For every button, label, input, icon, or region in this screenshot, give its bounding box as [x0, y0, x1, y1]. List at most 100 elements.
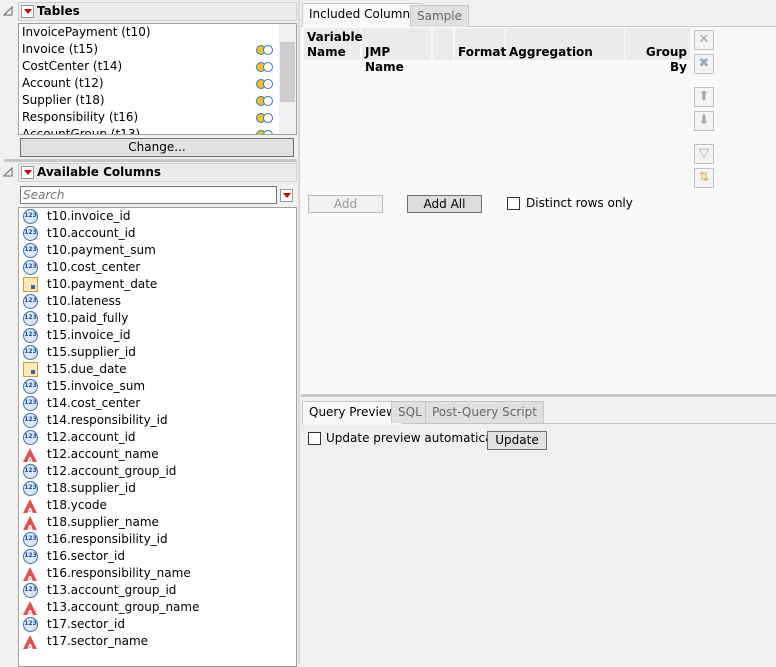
numeric-column-icon: 123: [23, 549, 38, 564]
numeric-column-icon: 123: [23, 430, 38, 445]
column-name: t16.responsibility_name: [47, 566, 191, 580]
column-item[interactable]: 123 t12.account_id: [19, 429, 296, 446]
numeric-column-icon: 123: [23, 328, 38, 343]
column-item[interactable]: 123 t10.paid_fully: [19, 310, 296, 327]
column-item[interactable]: 123 t10.lateness: [19, 293, 296, 310]
collapse-triangle-icon[interactable]: [3, 6, 13, 16]
remove-all-icon[interactable]: ✖: [694, 54, 714, 74]
join-icon: [256, 113, 274, 123]
column-name: t18.supplier_id: [47, 481, 136, 495]
character-column-icon: A: [23, 516, 37, 533]
remove-icon[interactable]: ✕: [694, 30, 714, 50]
numeric-column-icon: 123: [23, 532, 38, 547]
column-item[interactable]: 123 t14.responsibility_id: [19, 412, 296, 429]
scrollbar-thumb[interactable]: [280, 42, 295, 102]
available-columns-header: Available Columns: [18, 163, 297, 182]
numeric-column-icon: 123: [23, 413, 38, 428]
column-name: t10.invoice_id: [47, 209, 131, 223]
sort-icon[interactable]: ⇅: [694, 168, 714, 188]
column-name: t10.payment_sum: [47, 243, 156, 257]
tables-list: InvoicePayment (t10) Invoice (t15) CostCen…: [18, 23, 297, 135]
available-menu-icon[interactable]: [21, 166, 34, 179]
column-name: t12.account_name: [47, 447, 159, 461]
header-blank[interactable]: [433, 28, 453, 60]
column-item[interactable]: 123 t10.cost_center: [19, 259, 296, 276]
header-jmp-name[interactable]: JMP Name: [362, 28, 431, 74]
table-item[interactable]: Invoice (t15): [19, 41, 296, 58]
numeric-column-icon: 123: [23, 617, 38, 632]
column-item[interactable]: 123 t17.sector_id: [19, 616, 296, 633]
update-automatically-checkbox[interactable]: [308, 432, 321, 445]
column-name: t12.account_id: [47, 430, 136, 444]
numeric-column-icon: 123: [23, 345, 38, 360]
table-item[interactable]: Account (t12): [19, 75, 296, 92]
tab-query-preview[interactable]: Query Preview: [302, 401, 403, 425]
column-item[interactable]: At18.supplier_name: [19, 514, 296, 533]
column-item[interactable]: 123 t15.invoice_id: [19, 327, 296, 344]
change-tables-button[interactable]: Change...: [20, 138, 294, 157]
horizontal-splitter[interactable]: [301, 394, 776, 397]
column-item[interactable]: 123 t10.payment_sum: [19, 242, 296, 259]
tables-menu-icon[interactable]: [21, 5, 34, 18]
join-icon: [256, 45, 274, 55]
splitter[interactable]: [4, 159, 297, 162]
column-item[interactable]: At18.ycode: [19, 497, 296, 516]
header-aggregation[interactable]: Aggregation: [506, 28, 624, 60]
numeric-column-icon: 123: [23, 294, 38, 309]
update-button[interactable]: Update: [487, 431, 547, 450]
search-input[interactable]: [20, 186, 277, 204]
search-options-icon[interactable]: [280, 189, 293, 202]
column-item[interactable]: 123 t14.cost_center: [19, 395, 296, 412]
column-item[interactable]: 123 t10.invoice_id: [19, 208, 296, 225]
add-button[interactable]: Add: [308, 195, 383, 213]
distinct-rows-label: Distinct rows only: [526, 196, 633, 210]
tab-sql[interactable]: SQL: [391, 401, 429, 423]
column-item[interactable]: 123 t16.sector_id: [19, 548, 296, 565]
column-name: t10.account_id: [47, 226, 136, 240]
table-item[interactable]: AccountGroup (t13): [19, 126, 296, 135]
table-item[interactable]: Supplier (t18): [19, 92, 296, 109]
column-item[interactable]: t10.payment_date: [19, 276, 296, 293]
header-variable-name[interactable]: Variable Name: [304, 28, 363, 60]
tables-scrollbar[interactable]: [279, 24, 296, 134]
column-name: t15.invoice_sum: [47, 379, 146, 393]
column-item[interactable]: At12.account_name: [19, 446, 296, 465]
tab-post-query-script[interactable]: Post-Query Script: [425, 401, 544, 423]
add-all-button[interactable]: Add All: [407, 195, 482, 213]
header-group-by[interactable]: Group By: [625, 28, 690, 74]
column-item[interactable]: 123 t10.account_id: [19, 225, 296, 242]
column-item[interactable]: 123 t16.responsibility_id: [19, 531, 296, 548]
filter-icon[interactable]: ▽: [694, 144, 714, 164]
numeric-column-icon: 123: [23, 396, 38, 411]
header-format[interactable]: Format: [455, 28, 506, 60]
column-name: t10.lateness: [47, 294, 122, 308]
column-name: t16.sector_id: [47, 549, 125, 563]
column-name: t15.invoice_id: [47, 328, 131, 342]
table-item[interactable]: Responsibility (t16): [19, 109, 296, 126]
character-column-icon: A: [23, 448, 37, 465]
column-item[interactable]: 123 t12.account_group_id: [19, 463, 296, 480]
column-name: t10.cost_center: [47, 260, 141, 274]
column-item[interactable]: At17.sector_name: [19, 633, 296, 652]
column-item[interactable]: 123 t15.invoice_sum: [19, 378, 296, 395]
move-down-icon[interactable]: ⬇: [694, 111, 714, 131]
column-item[interactable]: At16.responsibility_name: [19, 565, 296, 584]
column-item[interactable]: 123 t18.supplier_id: [19, 480, 296, 497]
table-label: AccountGroup (t13): [22, 127, 141, 135]
collapse-triangle-icon[interactable]: [3, 167, 13, 177]
vertical-splitter[interactable]: [298, 0, 300, 665]
column-item[interactable]: 123 t15.supplier_id: [19, 344, 296, 361]
tab-sample[interactable]: Sample: [410, 5, 469, 27]
table-item[interactable]: InvoicePayment (t10): [19, 24, 296, 41]
character-column-icon: A: [23, 567, 37, 584]
column-item[interactable]: 123 t13.account_group_id: [19, 582, 296, 599]
column-name: t18.ycode: [47, 498, 107, 512]
move-up-icon[interactable]: ⬆: [694, 87, 714, 107]
column-item[interactable]: t15.due_date: [19, 361, 296, 378]
distinct-rows-checkbox[interactable]: [507, 197, 520, 210]
column-item[interactable]: At13.account_group_name: [19, 599, 296, 618]
numeric-column-icon: 123: [23, 226, 38, 241]
character-column-icon: A: [23, 601, 37, 618]
tab-included-columns[interactable]: Included Columns: [302, 3, 424, 27]
table-item[interactable]: CostCenter (t14): [19, 58, 296, 75]
